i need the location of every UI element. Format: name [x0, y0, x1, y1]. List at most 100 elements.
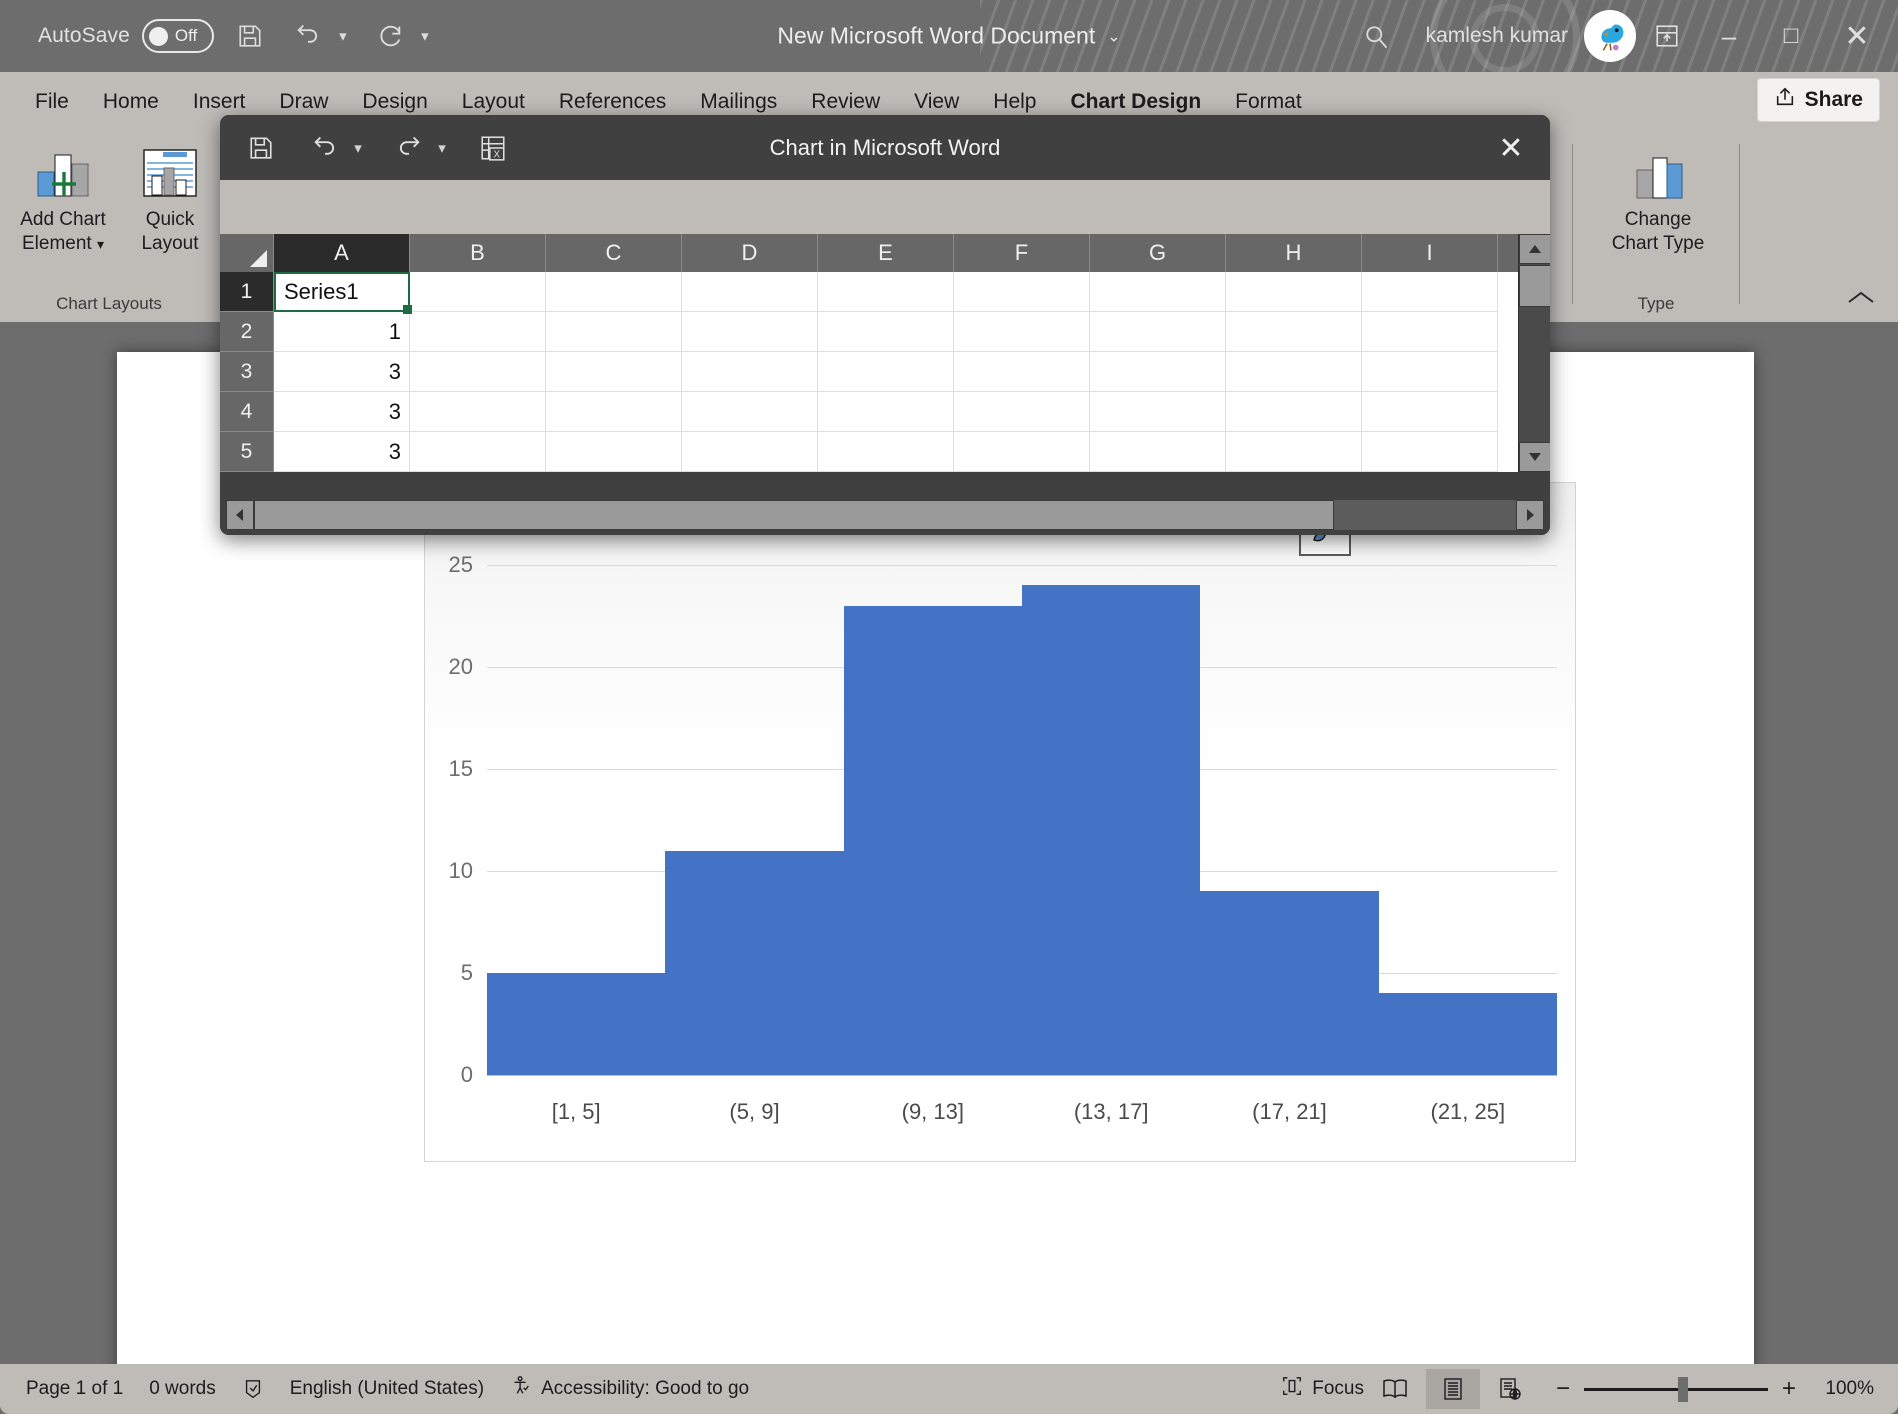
- zoom-level-label[interactable]: 100%: [1814, 1378, 1874, 1400]
- zoom-in-button[interactable]: +: [1782, 1375, 1796, 1403]
- undo-icon[interactable]: [286, 14, 330, 58]
- cell-G2[interactable]: [1090, 312, 1226, 352]
- proofing-check-icon[interactable]: [242, 1378, 264, 1400]
- collapse-ribbon-caret-icon[interactable]: [1846, 289, 1876, 312]
- scroll-down-arrow-icon[interactable]: [1519, 442, 1550, 472]
- cell-B4[interactable]: [410, 392, 546, 432]
- chart-bar-series[interactable]: [487, 565, 1557, 1075]
- cell-I1[interactable]: [1362, 272, 1498, 312]
- cell-F1[interactable]: [954, 272, 1090, 312]
- horizontal-scroll-track[interactable]: [254, 500, 1516, 530]
- cell-E5[interactable]: [818, 432, 954, 472]
- cell-G4[interactable]: [1090, 392, 1226, 432]
- tab-home[interactable]: Home: [86, 90, 176, 126]
- read-mode-icon[interactable]: [1368, 1369, 1422, 1409]
- cell-F4[interactable]: [954, 392, 1090, 432]
- formula-bar[interactable]: [220, 180, 1550, 234]
- column-header-g[interactable]: G: [1090, 234, 1226, 272]
- word-count[interactable]: 0 words: [149, 1378, 216, 1400]
- user-name-label[interactable]: kamlesh kumar: [1426, 24, 1568, 48]
- zoom-slider[interactable]: − +: [1556, 1375, 1796, 1403]
- cell-C2[interactable]: [546, 312, 682, 352]
- cell-C5[interactable]: [546, 432, 682, 472]
- column-header-c[interactable]: C: [546, 234, 682, 272]
- horizontal-scrollbar[interactable]: [220, 495, 1550, 535]
- cell-C3[interactable]: [546, 352, 682, 392]
- cell-I4[interactable]: [1362, 392, 1498, 432]
- cell-B3[interactable]: [410, 352, 546, 392]
- cell-F3[interactable]: [954, 352, 1090, 392]
- chart-bar[interactable]: [1200, 891, 1379, 1075]
- redo-icon[interactable]: [386, 125, 432, 171]
- horizontal-scroll-thumb[interactable]: [254, 500, 1334, 530]
- document-title[interactable]: New Microsoft Word Document ⌄: [777, 23, 1120, 50]
- focus-button[interactable]: Focus: [1281, 1375, 1364, 1403]
- cell-H3[interactable]: [1226, 352, 1362, 392]
- row-header-2[interactable]: 2: [220, 312, 274, 352]
- cell-E2[interactable]: [818, 312, 954, 352]
- cell-C1[interactable]: [546, 272, 682, 312]
- chart-object[interactable]: Chart Title 25 20 15 10 5 0 [1, 5: [424, 482, 1576, 1162]
- row-header-5[interactable]: 5: [220, 432, 274, 472]
- cell-B1[interactable]: [410, 272, 546, 312]
- cell-D4[interactable]: [682, 392, 818, 432]
- ribbon-display-options-icon[interactable]: [1636, 0, 1698, 72]
- print-layout-icon[interactable]: [1425, 1369, 1480, 1409]
- cell-G1[interactable]: [1090, 272, 1226, 312]
- cell-B2[interactable]: [410, 312, 546, 352]
- cell-G3[interactable]: [1090, 352, 1226, 392]
- cell-C4[interactable]: [546, 392, 682, 432]
- chart-bar[interactable]: [1378, 993, 1557, 1075]
- language-indicator[interactable]: English (United States): [290, 1378, 484, 1400]
- tab-file[interactable]: File: [18, 90, 86, 126]
- undo-dropdown-chevron-icon[interactable]: ▾: [332, 27, 354, 45]
- accessibility-status[interactable]: Accessibility: Good to go: [510, 1375, 749, 1403]
- column-header-a[interactable]: A: [274, 234, 410, 272]
- column-header-f[interactable]: F: [954, 234, 1090, 272]
- quick-layout-button[interactable]: Quick Layout: [122, 140, 218, 257]
- page-indicator[interactable]: Page 1 of 1: [26, 1378, 123, 1400]
- autosave-toggle[interactable]: Off: [141, 19, 214, 53]
- cell-F5[interactable]: [954, 432, 1090, 472]
- cell-D3[interactable]: [682, 352, 818, 392]
- column-header-i[interactable]: I: [1362, 234, 1498, 272]
- column-header-d[interactable]: D: [682, 234, 818, 272]
- cell-F2[interactable]: [954, 312, 1090, 352]
- column-header-b[interactable]: B: [410, 234, 546, 272]
- chart-bar[interactable]: [665, 850, 844, 1075]
- cell-B5[interactable]: [410, 432, 546, 472]
- minimize-button[interactable]: –: [1698, 0, 1760, 72]
- zoom-thumb[interactable]: [1677, 1376, 1688, 1402]
- save-icon[interactable]: [238, 125, 284, 171]
- cell-I3[interactable]: [1362, 352, 1498, 392]
- scroll-right-arrow-icon[interactable]: [1516, 500, 1544, 530]
- change-chart-type-button[interactable]: Change Chart Type: [1594, 140, 1722, 257]
- zoom-out-button[interactable]: −: [1556, 1375, 1570, 1403]
- row-header-3[interactable]: 3: [220, 352, 274, 392]
- close-icon[interactable]: ✕: [1488, 125, 1534, 171]
- cell-H4[interactable]: [1226, 392, 1362, 432]
- undo-dropdown-chevron-icon[interactable]: ▾: [348, 139, 368, 157]
- cell-H5[interactable]: [1226, 432, 1362, 472]
- row-header-4[interactable]: 4: [220, 392, 274, 432]
- cell-A5[interactable]: 3: [274, 432, 410, 472]
- share-button[interactable]: Share: [1756, 78, 1880, 122]
- select-all-corner[interactable]: [220, 234, 274, 272]
- close-button[interactable]: ✕: [1822, 0, 1892, 72]
- cell-A1[interactable]: Series1: [274, 272, 412, 314]
- cell-D5[interactable]: [682, 432, 818, 472]
- maximize-button[interactable]: □: [1760, 0, 1822, 72]
- row-header-1[interactable]: 1: [220, 272, 274, 312]
- cell-H1[interactable]: [1226, 272, 1362, 312]
- cell-G5[interactable]: [1090, 432, 1226, 472]
- search-icon[interactable]: [1350, 10, 1402, 62]
- redo-icon[interactable]: [368, 14, 412, 58]
- chart-bar[interactable]: [1021, 585, 1201, 1075]
- edit-in-excel-icon[interactable]: X: [470, 125, 516, 171]
- cell-D1[interactable]: [682, 272, 818, 312]
- cell-A2[interactable]: 1: [274, 312, 410, 352]
- avatar[interactable]: [1584, 10, 1636, 62]
- cell-I5[interactable]: [1362, 432, 1498, 472]
- vertical-scrollbar[interactable]: [1518, 234, 1550, 472]
- cell-E1[interactable]: [818, 272, 954, 312]
